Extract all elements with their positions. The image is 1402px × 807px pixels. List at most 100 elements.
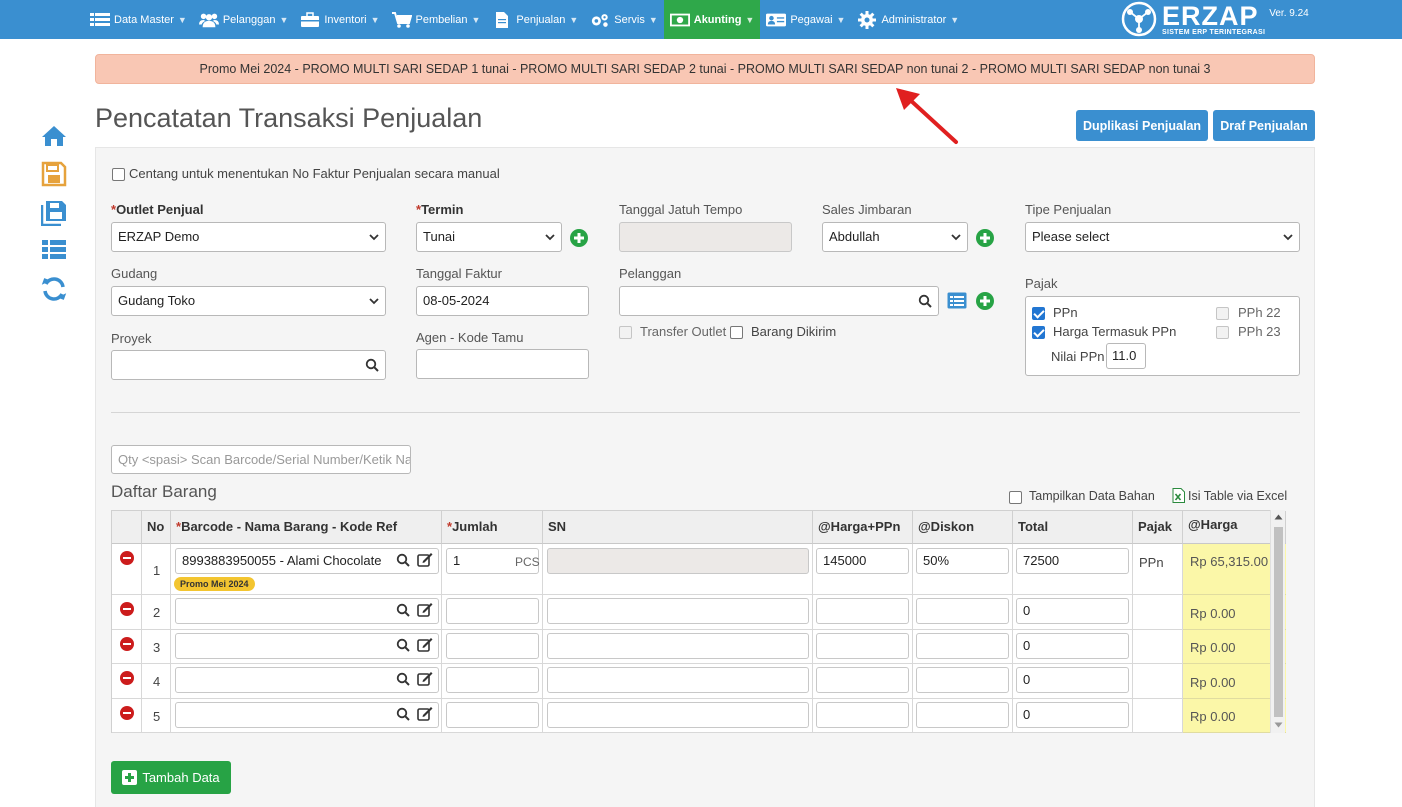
- item-qty-input[interactable]: [446, 633, 539, 659]
- nav-item-akunting[interactable]: Akunting ▼: [663, 0, 761, 39]
- search-icon[interactable]: [918, 294, 932, 308]
- transfer-outlet-checkbox[interactable]: [619, 326, 632, 339]
- row-number: 1: [153, 563, 161, 578]
- col-header-harga-ppn: @Harga+PPn: [813, 511, 913, 544]
- barang-dikirim-checkbox[interactable]: [730, 326, 743, 339]
- col-header-sn: SN: [543, 511, 813, 544]
- add-item-button[interactable]: Tambah Data: [111, 761, 231, 794]
- nav-item-pegawai[interactable]: Pegawai ▼: [760, 0, 851, 39]
- item-total-input[interactable]: 72500: [1016, 548, 1129, 574]
- search-icon[interactable]: [396, 553, 410, 567]
- remove-row-icon[interactable]: [120, 671, 134, 685]
- show-bahan-label: Tampilkan Data Bahan: [1029, 489, 1155, 503]
- brand-version: Ver. 9.24: [1269, 7, 1309, 19]
- item-total-input[interactable]: 0: [1016, 598, 1129, 624]
- nav-item-data-master[interactable]: Data Master ▼: [84, 0, 193, 39]
- excel-icon[interactable]: [1172, 488, 1185, 503]
- nilai-ppn-input[interactable]: 11.0: [1106, 343, 1146, 369]
- nav-item-pembelian[interactable]: Pembelian ▼: [386, 0, 487, 39]
- nav-item-administrator[interactable]: Administrator ▼: [851, 0, 965, 39]
- barcode-scan-input[interactable]: Qty <spasi> Scan Barcode/Serial Number/K…: [111, 445, 411, 474]
- tanggal-faktur-input[interactable]: 08-05-2024: [416, 286, 589, 316]
- add-pelanggan-plus-icon[interactable]: [976, 292, 994, 310]
- item-harga-ppn-input[interactable]: [816, 702, 909, 728]
- outlet-select[interactable]: ERZAP Demo: [111, 222, 386, 252]
- scroll-up-icon[interactable]: [1274, 514, 1283, 520]
- tipe-penjualan-select[interactable]: Please select: [1025, 222, 1300, 252]
- item-sn-input[interactable]: [547, 548, 809, 574]
- remove-row-icon[interactable]: [120, 602, 134, 616]
- sales-select[interactable]: Abdullah: [822, 222, 968, 252]
- item-harga-ppn-input[interactable]: [816, 633, 909, 659]
- edit-icon[interactable]: [417, 602, 433, 617]
- barang-dikirim-label: Barang Dikirim: [751, 324, 837, 339]
- item-qty-input[interactable]: [446, 702, 539, 728]
- item-qty-input[interactable]: [446, 598, 539, 624]
- show-bahan-checkbox[interactable]: [1009, 491, 1022, 504]
- edit-icon[interactable]: [417, 706, 433, 721]
- search-icon[interactable]: [396, 707, 410, 721]
- search-icon[interactable]: [396, 672, 410, 686]
- save-icon[interactable]: [41, 161, 67, 187]
- col-header-remove: [112, 511, 142, 544]
- edit-icon[interactable]: [417, 552, 433, 567]
- list-view-icon[interactable]: [41, 237, 67, 263]
- pph23-checkbox[interactable]: [1216, 326, 1229, 339]
- customer-list-icon[interactable]: [947, 292, 967, 309]
- item-sn-input[interactable]: [547, 633, 809, 659]
- remove-row-icon[interactable]: [120, 706, 134, 720]
- item-harga-ppn-input[interactable]: [816, 667, 909, 693]
- item-total-input[interactable]: 0: [1016, 667, 1129, 693]
- nav-menu: Data Master ▼ Pelanggan ▼ Inventori ▼ Pe…: [84, 0, 965, 39]
- item-diskon-input[interactable]: [916, 598, 1009, 624]
- save-as-icon[interactable]: [41, 200, 67, 226]
- search-icon[interactable]: [396, 638, 410, 652]
- item-harga-ppn-input[interactable]: [816, 598, 909, 624]
- nav-item-pelanggan[interactable]: Pelanggan ▼: [193, 0, 295, 39]
- nav-item-penjualan[interactable]: Penjualan ▼: [486, 0, 584, 39]
- gudang-select[interactable]: Gudang Toko: [111, 286, 386, 316]
- pelanggan-input[interactable]: [619, 286, 939, 316]
- item-total-input[interactable]: 0: [1016, 702, 1129, 728]
- item-diskon-input[interactable]: [916, 702, 1009, 728]
- search-icon[interactable]: [365, 358, 379, 372]
- draft-sale-button[interactable]: Draf Penjualan: [1213, 110, 1315, 141]
- proyek-input[interactable]: [111, 350, 386, 380]
- scrollbar-thumb[interactable]: [1274, 527, 1283, 717]
- agen-input[interactable]: [416, 349, 589, 379]
- manual-invoice-checkbox[interactable]: [112, 168, 125, 181]
- add-sales-plus-icon[interactable]: [976, 229, 994, 247]
- duplicate-sale-button[interactable]: Duplikasi Penjualan: [1076, 110, 1208, 141]
- search-icon[interactable]: [396, 603, 410, 617]
- edit-icon[interactable]: [417, 637, 433, 652]
- item-sn-input[interactable]: [547, 598, 809, 624]
- brand-logo[interactable]: ERZAP SISTEM ERP TERINTEGRASI Ver. 9.24: [1120, 1, 1309, 37]
- add-termin-plus-icon[interactable]: [570, 229, 588, 247]
- refresh-icon[interactable]: [41, 276, 67, 302]
- nav-item-servis[interactable]: Servis ▼: [584, 0, 663, 39]
- harga-termasuk-ppn-checkbox[interactable]: [1032, 326, 1045, 339]
- edit-icon[interactable]: [417, 671, 433, 686]
- remove-row-icon[interactable]: [120, 551, 134, 565]
- col-header-pajak: Pajak: [1133, 511, 1183, 544]
- item-total-input[interactable]: 0: [1016, 633, 1129, 659]
- item-sn-input[interactable]: [547, 667, 809, 693]
- item-diskon-input[interactable]: [916, 633, 1009, 659]
- home-icon[interactable]: [41, 123, 67, 149]
- jatuh-tempo-input[interactable]: [619, 222, 792, 252]
- item-diskon-input[interactable]: 50%: [916, 548, 1009, 574]
- ppn-checkbox[interactable]: [1032, 307, 1045, 320]
- termin-select[interactable]: Tunai: [416, 222, 562, 252]
- table-scrollbar[interactable]: [1270, 510, 1285, 733]
- add-item-label: Tambah Data: [142, 770, 220, 785]
- item-diskon-input[interactable]: [916, 667, 1009, 693]
- item-qty-input[interactable]: [446, 667, 539, 693]
- nav-item-inventori[interactable]: Inventori ▼: [294, 0, 385, 39]
- excel-import-link[interactable]: Isi Table via Excel: [1188, 489, 1287, 503]
- promo-badge: Promo Mei 2024: [174, 577, 255, 591]
- pph22-checkbox[interactable]: [1216, 307, 1229, 320]
- scroll-down-icon[interactable]: [1274, 722, 1283, 728]
- item-harga-ppn-input[interactable]: 145000: [816, 548, 909, 574]
- item-sn-input[interactable]: [547, 702, 809, 728]
- remove-row-icon[interactable]: [120, 637, 134, 651]
